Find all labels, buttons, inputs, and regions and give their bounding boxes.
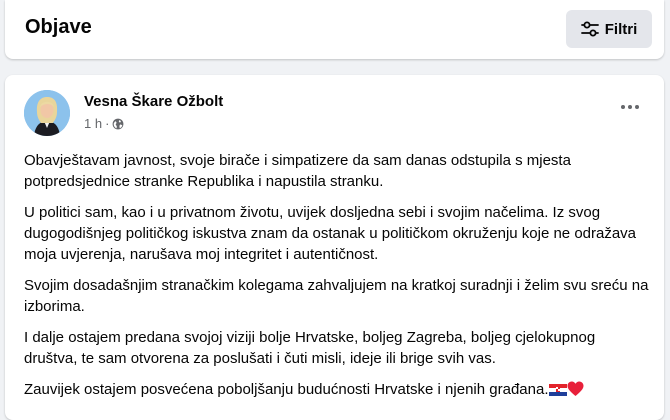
post-text: Obavještavam javnost, svoje birače i sim… bbox=[24, 150, 649, 410]
more-horizontal-icon bbox=[628, 105, 632, 109]
meta-separator: · bbox=[105, 116, 110, 131]
post-paragraph: Obavještavam javnost, svoje birače i sim… bbox=[24, 152, 571, 190]
page-title: Objave bbox=[25, 16, 92, 38]
posts-header: Objave Filtri bbox=[5, 0, 664, 59]
filter-button[interactable]: Filtri bbox=[566, 10, 652, 48]
post-card: Vesna Škare Ožbolt 1 h · Obavještavam ja… bbox=[5, 75, 664, 420]
more-options-button[interactable] bbox=[616, 97, 644, 117]
more-horizontal-icon bbox=[621, 105, 625, 109]
post-paragraph: Zauvijek ostajem posvećena poboljšanju b… bbox=[24, 381, 549, 398]
avatar[interactable] bbox=[24, 90, 70, 136]
profile-photo bbox=[24, 90, 70, 136]
post-time[interactable]: 1 h bbox=[84, 116, 102, 131]
post-meta: 1 h · bbox=[84, 116, 124, 131]
post-paragraph: Svojim dosadašnjim stranačkim kolegama z… bbox=[24, 277, 649, 315]
post-paragraph-last: Zauvijek ostajem posvećena poboljšanju b… bbox=[24, 379, 649, 400]
author-name[interactable]: Vesna Škare Ožbolt bbox=[84, 93, 223, 110]
croatia-flag-emoji bbox=[549, 384, 568, 396]
sliders-icon bbox=[580, 21, 599, 37]
filter-label: Filtri bbox=[604, 20, 638, 38]
post-paragraph: U politici sam, kao i u privatnom životu… bbox=[24, 204, 637, 263]
more-horizontal-icon bbox=[635, 105, 639, 109]
globe-icon[interactable] bbox=[112, 118, 124, 130]
red-heart-emoji bbox=[567, 381, 584, 396]
post-paragraph: I dalje ostajem predana svojoj viziji bo… bbox=[24, 329, 596, 367]
